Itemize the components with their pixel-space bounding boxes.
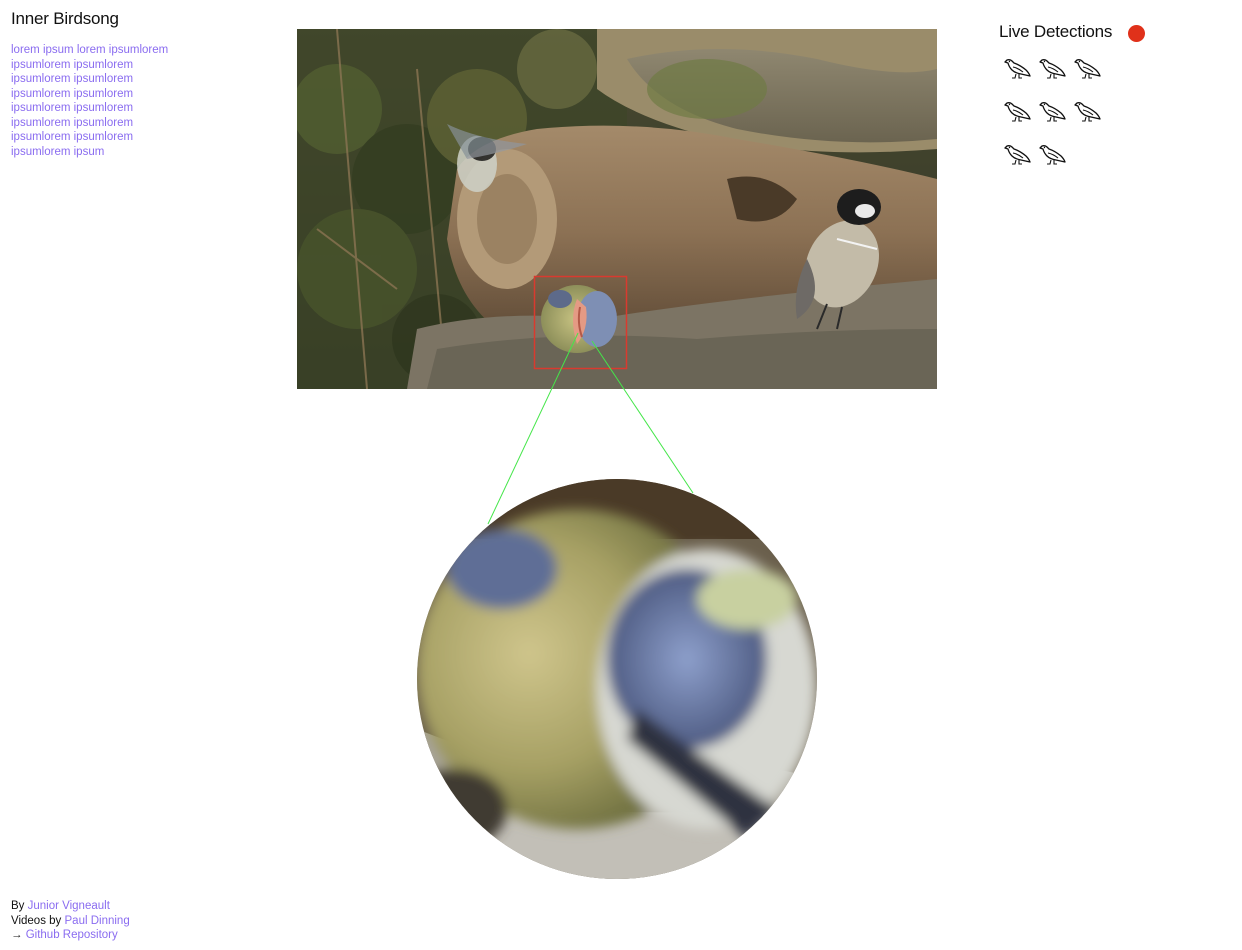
- app-title: Inner Birdsong: [11, 9, 119, 28]
- live-detections-header: Live Detections: [999, 22, 1146, 42]
- app-description: lorem ipsum lorem ipsumlorem ipsumlorem …: [11, 44, 169, 158]
- bird-icon: [1039, 99, 1074, 127]
- video-scene: [297, 29, 937, 389]
- arrow-right-icon: →: [11, 929, 26, 941]
- credits: By Junior Vigneault Videos by Paul Dinni…: [11, 899, 130, 943]
- magnifier-view: [417, 479, 817, 879]
- detections-row: [1004, 99, 1124, 142]
- page: Inner Birdsong lorem ipsum lorem ipsumlo…: [0, 0, 1242, 950]
- credit-author-line: By Junior Vigneault: [11, 899, 130, 914]
- live-detections-title: Live Detections: [999, 22, 1113, 41]
- bird-icon: [1004, 56, 1039, 84]
- credit-videos-line: Videos by Paul Dinning: [11, 914, 130, 929]
- videographer-link[interactable]: Paul Dinning: [65, 915, 130, 927]
- detections-list: [1004, 56, 1124, 185]
- bird-icon: [1039, 56, 1074, 84]
- bird-icon: [1004, 142, 1039, 170]
- github-repo-link[interactable]: Github Repository: [26, 929, 118, 941]
- detections-row: [1004, 142, 1124, 185]
- credit-repo-line: → Github Repository: [11, 928, 130, 943]
- magnified-bird: [417, 479, 817, 879]
- bird-icon: [1074, 56, 1109, 84]
- bird-icon: [1004, 99, 1039, 127]
- detections-row: [1004, 56, 1124, 99]
- author-link[interactable]: Junior Vigneault: [28, 900, 110, 912]
- credit-by-label: By: [11, 900, 28, 912]
- bird-icon: [1039, 142, 1074, 170]
- bird-icon: [1074, 99, 1109, 127]
- credit-videos-label: Videos by: [11, 914, 65, 927]
- video-frame: [297, 29, 937, 389]
- live-status-indicator: [1128, 24, 1146, 42]
